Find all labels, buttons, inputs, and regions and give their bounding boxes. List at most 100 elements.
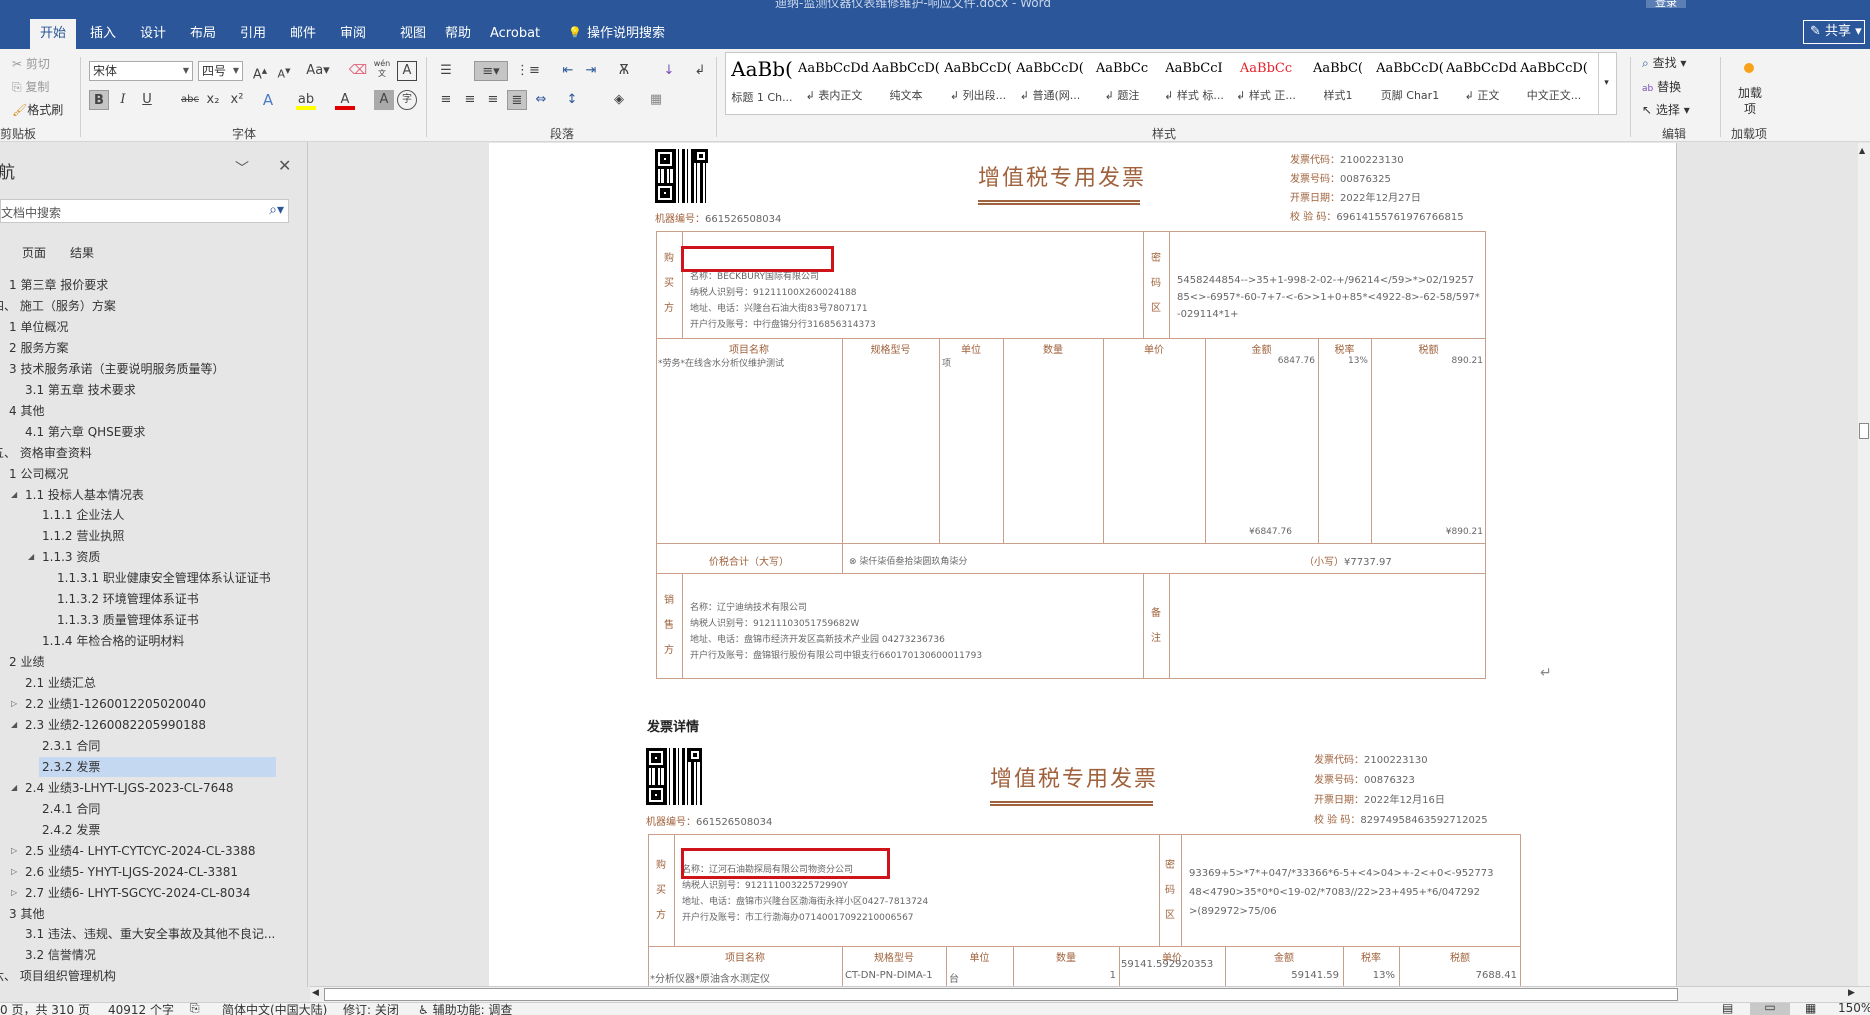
shrink-font-icon[interactable]: A▼ [274, 61, 294, 81]
tab-5[interactable]: 邮件 [280, 19, 326, 49]
align-center-icon[interactable]: ≡ [460, 90, 480, 110]
decrease-indent-icon[interactable]: ⇤ [558, 61, 578, 81]
select-button[interactable]: ↖ 选择 ▾ [1642, 101, 1690, 118]
numbering-icon[interactable]: ≡▾ [474, 61, 508, 81]
nav-item[interactable]: 四、 施工（服务）方案 [0, 296, 116, 316]
login-button[interactable]: 登录 [1646, 0, 1686, 9]
nav-item[interactable]: 2.1 业绩汇总 [25, 673, 96, 693]
bold-button[interactable]: B [89, 90, 109, 110]
expand-icon[interactable]: ▷ [11, 694, 17, 714]
style-item[interactable]: AaBbCcDdI ↲ 正文 [1446, 53, 1518, 114]
nav-item[interactable]: 1 公司概况 [9, 464, 68, 484]
char-shading-icon[interactable]: A [374, 90, 394, 110]
nav-item[interactable]: 2.4.1 合同 [42, 799, 100, 819]
nav-item[interactable]: 1.1.3.3 质量管理体系证书 [57, 610, 199, 630]
tab-4[interactable]: 引用 [230, 19, 276, 49]
font-size-select[interactable]: 四号 ▼ [198, 61, 243, 81]
tab-0[interactable]: 开始 [30, 19, 77, 49]
nav-item[interactable]: 1.1.1 企业法人 [42, 505, 124, 525]
distributed-icon[interactable]: ⇔ [531, 90, 551, 110]
subscript-button[interactable]: x₂ [203, 90, 223, 110]
nav-item[interactable]: 3.2 信誉情况 [25, 945, 96, 965]
nav-item[interactable]: 2.2 业绩1-1260012205020040 [25, 694, 206, 714]
shading-icon[interactable]: ◈ [609, 90, 629, 110]
addins-button[interactable]: 加载项 [1738, 85, 1762, 117]
accessibility-status[interactable]: ♿ 辅助功能: 调查 [418, 1003, 512, 1015]
nav-item[interactable]: 3.1 违法、违规、重大安全事故及其他不良记... [25, 924, 275, 944]
collapse-icon[interactable]: ◢ [11, 485, 17, 505]
nav-item[interactable]: 3 技术服务承诺（主要说明服务质量等） [9, 359, 224, 379]
align-left-icon[interactable]: ≡ [436, 90, 456, 110]
replace-button[interactable]: ab 替换 [1642, 78, 1681, 95]
tab-1[interactable]: 插入 [80, 19, 126, 49]
change-case-button[interactable]: Aa▾ [304, 61, 332, 81]
close-icon[interactable]: ✕ [278, 156, 291, 175]
nav-item[interactable]: 1.1.3 资质 [42, 547, 100, 567]
superscript-button[interactable]: x² [227, 90, 247, 110]
expand-icon[interactable]: ▷ [11, 883, 17, 903]
tab-pages[interactable]: 页面 [22, 244, 46, 261]
line-spacing-icon[interactable]: ↕ [562, 90, 582, 110]
scroll-left-icon[interactable]: ◀ [312, 988, 319, 998]
nav-item[interactable]: 2 业绩 [9, 652, 44, 672]
share-button[interactable]: ✎ 共享 ▾ [1803, 20, 1865, 44]
collapse-icon[interactable]: ◢ [28, 547, 34, 567]
strikethrough-button[interactable]: abc [177, 90, 203, 110]
italic-button[interactable]: I [113, 90, 133, 110]
nav-item[interactable]: 1.1.4 年检合格的证明材料 [42, 631, 184, 651]
style-item[interactable]: AaBbCcD(页脚 Char1 [1374, 53, 1446, 114]
enclose-char-button[interactable]: 字 [397, 90, 417, 110]
nav-item[interactable]: 3 其他 [9, 904, 44, 924]
justify-icon[interactable]: ≣ [507, 90, 527, 110]
tab-results[interactable]: 结果 [70, 244, 94, 261]
nav-item[interactable]: 1 第三章 报价要求 [9, 275, 108, 295]
nav-options-icon[interactable]: ﹀ [235, 158, 249, 178]
scroll-thumb[interactable] [324, 988, 1678, 1001]
tab-9[interactable]: Acrobat [480, 19, 550, 49]
nav-item[interactable]: 2.4.2 发票 [42, 820, 100, 840]
style-item[interactable]: AaBbCcDdI ↲ 表内正文 [798, 53, 870, 114]
nav-item[interactable]: 4 其他 [9, 401, 44, 421]
expand-icon[interactable]: ▷ [11, 841, 17, 861]
text-effects-icon[interactable]: A [258, 90, 278, 110]
collapse-icon[interactable]: ◢ [11, 715, 17, 735]
grow-font-icon[interactable]: A▲ [250, 61, 270, 82]
tab-6[interactable]: 审阅 [330, 19, 376, 49]
asian-layout-icon[interactable]: Ѫ [614, 61, 634, 81]
style-item[interactable]: AaBbCc ↲ 题注 [1086, 53, 1158, 114]
horizontal-scrollbar[interactable]: ◀ ▶ [310, 986, 1870, 1002]
scroll-up-icon[interactable]: ▲ [1859, 146, 1865, 155]
style-item[interactable]: AaBbCcD(纯文本 [870, 53, 942, 114]
page-count[interactable]: 0 页，共 310 页 [0, 1003, 90, 1015]
proofing-icon[interactable]: ⎘ [190, 1003, 200, 1015]
vertical-scrollbar[interactable]: ▲ [1858, 143, 1870, 986]
tab-7[interactable]: 视图 [390, 19, 436, 49]
print-layout-icon[interactable]: ▭ [1750, 1003, 1790, 1015]
scroll-right-icon[interactable]: ▶ [1848, 988, 1855, 998]
font-color-icon[interactable]: A [335, 90, 355, 110]
highlight-color-icon[interactable]: ab [296, 90, 316, 110]
find-button[interactable]: ⌕ 查找 ▾ [1642, 54, 1686, 71]
style-item[interactable]: AaBbCcI ↲ 样式 标... [1158, 53, 1230, 114]
font-name-select[interactable]: 宋体 ▼ [89, 61, 193, 81]
bullets-icon[interactable]: ☰ [436, 61, 456, 81]
zoom-level[interactable]: 150% [1838, 1003, 1870, 1015]
clear-format-icon[interactable]: ⌫ [348, 61, 368, 81]
style-item[interactable]: AaBbC(样式1 [1302, 53, 1374, 114]
nav-item[interactable]: 4.1 第六章 QHSE要求 [25, 422, 145, 442]
nav-search-input[interactable]: 文档中搜索 ⌕▾ [0, 199, 289, 223]
underline-button[interactable]: U [137, 90, 157, 110]
tab-8[interactable]: 帮助 [435, 19, 481, 49]
tab-2[interactable]: 设计 [130, 19, 176, 49]
web-layout-icon[interactable]: ▦ [1805, 1003, 1816, 1015]
nav-item[interactable]: 1.1 投标人基本情况表 [25, 485, 144, 505]
nav-item[interactable]: 2.5 业绩4- LHYT-CYTCYC-2024-CL-3388 [25, 841, 256, 861]
format-painter-button[interactable]: 🖌格式刷 [12, 101, 63, 118]
phonetic-guide-button[interactable]: wén 文 [372, 59, 392, 79]
style-item[interactable]: AaBb(标题 1 Ch... [726, 53, 798, 114]
nav-item[interactable]: 2.3 业绩2-1260082205990188 [25, 715, 206, 735]
search-icon[interactable]: ⌕▾ [269, 202, 284, 218]
align-right-icon[interactable]: ≡ [483, 90, 503, 110]
style-item[interactable]: AaBbCcD(↲ 普通(网... [1014, 53, 1086, 114]
style-item[interactable]: AaBbCcD(中文正文... [1518, 53, 1590, 114]
